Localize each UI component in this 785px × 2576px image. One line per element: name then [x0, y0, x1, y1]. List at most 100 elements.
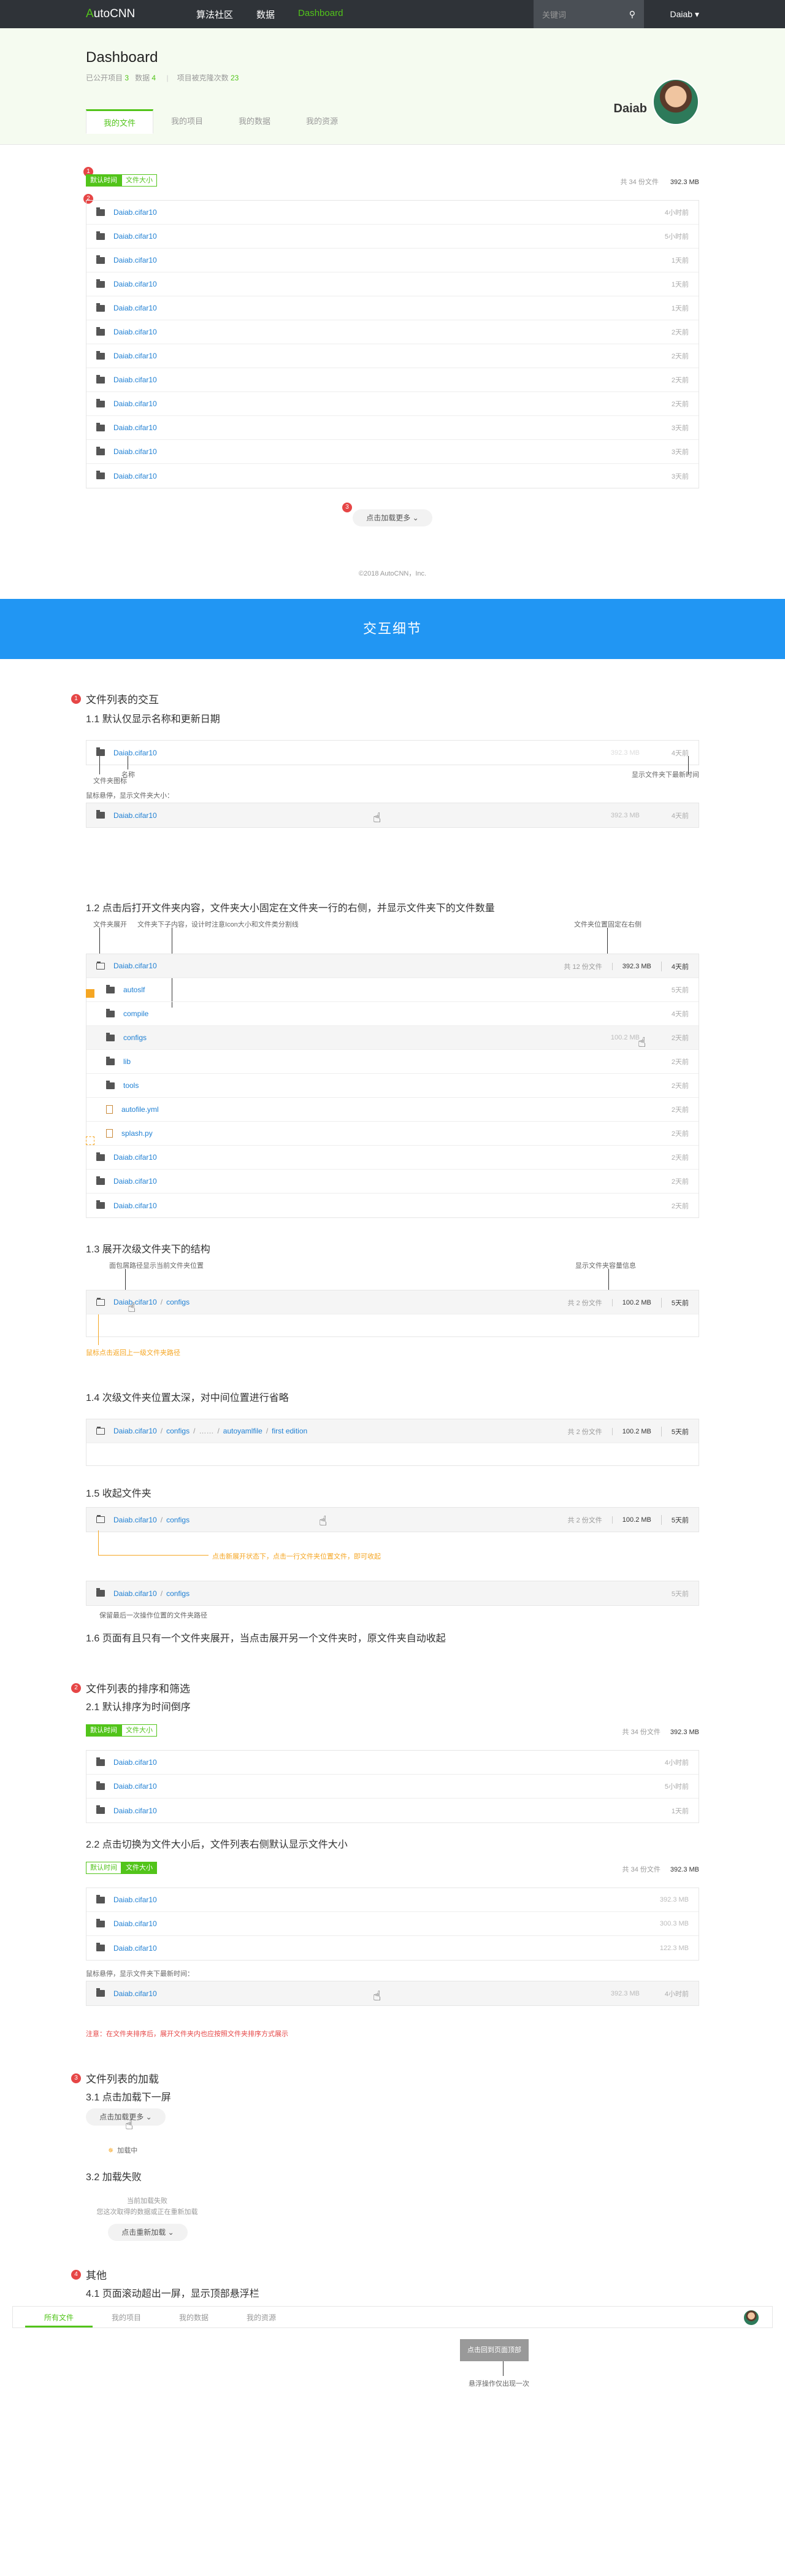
- reload-button[interactable]: 点击重新加载 ⌄: [108, 2224, 188, 2241]
- user-menu[interactable]: Daiab ▾: [644, 9, 700, 20]
- sort-date-toggle[interactable]: 默认时间: [86, 174, 121, 187]
- list-item[interactable]: Daiab.cifar10 3天前: [86, 416, 699, 440]
- sort-date-toggle[interactable]: 默认时间: [86, 1862, 121, 1874]
- folder-icon: [96, 326, 105, 336]
- file-name[interactable]: Daiab.cifar10: [113, 376, 157, 384]
- file-name[interactable]: configs: [123, 1033, 147, 1042]
- file-name[interactable]: Daiab.cifar10: [113, 1758, 157, 1767]
- file-name[interactable]: tools: [123, 1081, 139, 1090]
- list-item[interactable]: Daiab.cifar10 5小时前: [86, 225, 699, 249]
- file-date: 2天前: [671, 1059, 689, 1066]
- subsection-3-2: 3.2 加载失败: [86, 2172, 142, 2183]
- file-name[interactable]: Daiab.cifar10: [113, 232, 157, 241]
- back-to-top-tooltip[interactable]: 点击回到页面顶部: [460, 2339, 529, 2361]
- file-name[interactable]: Daiab.cifar10: [113, 399, 157, 408]
- logo[interactable]: AutoCNN: [86, 7, 196, 21]
- search-input[interactable]: 关键词 ⚲: [534, 0, 644, 28]
- nav-link-dashboard[interactable]: Dashboard: [298, 8, 343, 21]
- file-name[interactable]: Daiab.cifar10: [113, 1201, 157, 1210]
- load-more-button[interactable]: 点击加载更多 ⌄: [353, 509, 432, 526]
- folder-header-row[interactable]: Daiab.cifar10 共 12 份文件 392.3 MB 4天前: [86, 954, 699, 978]
- file-name[interactable]: Daiab.cifar10: [113, 1944, 157, 1953]
- file-name[interactable]: Daiab.cifar10: [113, 1919, 157, 1928]
- list-item[interactable]: Daiab.cifar10/configs 5天前: [86, 1581, 699, 1605]
- tab-my-resources[interactable]: 我的资源: [288, 109, 356, 134]
- folder-icon: [96, 1176, 105, 1185]
- file-name[interactable]: Daiab.cifar10: [113, 423, 157, 432]
- nav-link-data[interactable]: 数据: [256, 8, 275, 21]
- avatar[interactable]: [743, 2309, 760, 2326]
- tab-all-files[interactable]: 所有文件: [25, 2308, 93, 2327]
- tab-my-projects[interactable]: 我的项目: [153, 109, 221, 134]
- list-item[interactable]: Daiab.cifar10 1天前: [86, 272, 699, 296]
- tab-my-projects[interactable]: 我的项目: [93, 2308, 160, 2327]
- file-name[interactable]: Daiab.cifar10: [113, 352, 157, 360]
- list-item[interactable]: Daiab.cifar10 4小时前: [86, 201, 699, 225]
- file-name[interactable]: Daiab.cifar10: [113, 1153, 157, 1162]
- open-folder-icon: [96, 1426, 105, 1435]
- list-item[interactable]: Daiab.cifar10 122.3 MB: [86, 1936, 699, 1960]
- file-date: 1天前: [671, 305, 689, 312]
- list-item[interactable]: compile 4天前: [86, 1002, 699, 1026]
- list-item[interactable]: Daiab.cifar10 1天前: [86, 1799, 699, 1822]
- nav-link-community[interactable]: 算法社区: [196, 8, 233, 21]
- list-item[interactable]: Daiab.cifar10 2天前: [86, 320, 699, 344]
- file-name[interactable]: Daiab.cifar10: [113, 472, 157, 480]
- file-name[interactable]: Daiab.cifar10: [113, 1895, 157, 1904]
- list-item[interactable]: Daiab.cifar10 392.3 MB 4小时前: [86, 1981, 699, 2005]
- list-item[interactable]: Daiab.cifar10 3天前: [86, 464, 699, 488]
- file-name[interactable]: Daiab.cifar10: [113, 280, 157, 288]
- tab-my-resources[interactable]: 我的资源: [228, 2308, 295, 2327]
- file-name[interactable]: Daiab.cifar10: [113, 304, 157, 312]
- file-name[interactable]: Daiab.cifar10: [113, 328, 157, 336]
- open-folder-icon: [96, 961, 105, 970]
- avatar[interactable]: [653, 79, 699, 125]
- list-item[interactable]: autofile.yml 2天前: [86, 1098, 699, 1122]
- file-name[interactable]: Daiab.cifar10: [113, 1807, 157, 1815]
- folder-header-row[interactable]: Daiab.cifar10/configs 共 2 份文件 100.2 MB 5天前: [86, 1508, 699, 1532]
- dashboard-header: Dashboard 已公开项目 3 数据 4 | 项目被克隆次数 23 我的文件 …: [0, 28, 785, 145]
- list-item[interactable]: Daiab.cifar10 4小时前: [86, 1751, 699, 1775]
- file-name[interactable]: Daiab.cifar10: [113, 447, 157, 456]
- sort-size-toggle[interactable]: 文件大小: [121, 1862, 157, 1874]
- list-item[interactable]: Daiab.cifar10 3天前: [86, 440, 699, 464]
- search-icon[interactable]: ⚲: [629, 9, 635, 20]
- list-item[interactable]: splash.py 2天前: [86, 1122, 699, 1146]
- file-name[interactable]: Daiab.cifar10: [113, 1177, 157, 1186]
- list-item[interactable]: Daiab.cifar10 2天前: [86, 1146, 699, 1170]
- list-item[interactable]: Daiab.cifar10 2天前: [86, 1194, 699, 1217]
- file-name[interactable]: autofile.yml: [121, 1105, 159, 1114]
- file-name[interactable]: autoslf: [123, 985, 145, 994]
- file-name[interactable]: Daiab.cifar10: [113, 208, 157, 217]
- subsection-1-2: 1.2 点击后打开文件夹内容，文件夹大小固定在文件夹一行的右侧，并显示文件夹下的…: [86, 903, 495, 914]
- list-item[interactable]: Daiab.cifar10 300.3 MB: [86, 1912, 699, 1936]
- file-name[interactable]: lib: [123, 1057, 131, 1066]
- tab-my-data[interactable]: 我的数据: [160, 2308, 228, 2327]
- list-item[interactable]: tools 2天前: [86, 1074, 699, 1098]
- file-name[interactable]: Daiab.cifar10: [113, 256, 157, 264]
- file-date: 1天前: [671, 1807, 689, 1815]
- list-item[interactable]: Daiab.cifar10 1天前: [86, 296, 699, 320]
- breadcrumb-link[interactable]: configs: [166, 1298, 190, 1306]
- list-item[interactable]: Daiab.cifar10 392.3 MB: [86, 1888, 699, 1912]
- tab-my-files[interactable]: 我的文件: [86, 109, 153, 134]
- file-name[interactable]: compile: [123, 1009, 148, 1018]
- list-item[interactable]: Daiab.cifar10 392.3 MB 4天前: [86, 741, 699, 765]
- list-item[interactable]: autoslf 5天前: [86, 978, 699, 1002]
- file-name[interactable]: Daiab.cifar10: [113, 1782, 157, 1791]
- list-item[interactable]: Daiab.cifar10 1天前: [86, 249, 699, 272]
- list-item[interactable]: configs 100.2 MB 2天前: [86, 1026, 699, 1050]
- tab-my-data[interactable]: 我的数据: [221, 109, 288, 134]
- list-item[interactable]: Daiab.cifar10 2天前: [86, 392, 699, 416]
- list-item[interactable]: Daiab.cifar10 2天前: [86, 1170, 699, 1194]
- sort-size-toggle[interactable]: 文件大小: [121, 1724, 157, 1737]
- list-item[interactable]: lib 2天前: [86, 1050, 699, 1074]
- file-name[interactable]: splash.py: [121, 1129, 153, 1138]
- list-item[interactable]: Daiab.cifar10 2天前: [86, 368, 699, 392]
- list-item[interactable]: Daiab.cifar10 5小时前: [86, 1775, 699, 1799]
- sort-size-toggle[interactable]: 文件大小: [121, 174, 157, 187]
- copyright: ©2018 AutoCNN，Inc.: [358, 570, 427, 577]
- list-item[interactable]: Daiab.cifar10 392.3 MB 4天前: [86, 803, 699, 827]
- sort-date-toggle[interactable]: 默认时间: [86, 1724, 121, 1737]
- list-item[interactable]: Daiab.cifar10 2天前: [86, 344, 699, 368]
